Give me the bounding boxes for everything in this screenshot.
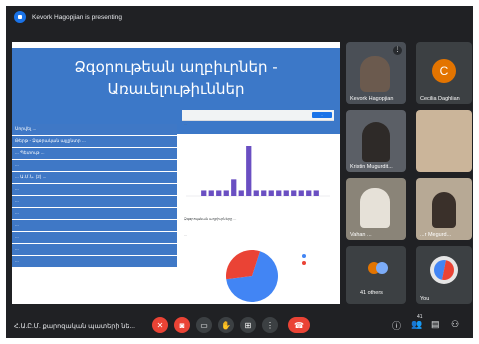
chart-bar xyxy=(231,179,237,196)
tile-participant[interactable] xyxy=(416,110,472,172)
list-item: ... xyxy=(12,220,177,231)
shared-slide: Ձգօրութեան աղբիւրներ - Առաւելութիւններ Ս… xyxy=(12,42,340,304)
screenshot-frame: Kevork Hagopjian is presenting Ձգօրութեա… xyxy=(0,0,479,344)
list-item: ... Ա.Մ.Ն. (2) ... xyxy=(12,172,177,183)
list-item: ... xyxy=(12,244,177,255)
tile-name: Vahan ... xyxy=(350,232,372,238)
slide-title-line2: Առաւելութիւններ xyxy=(107,80,245,98)
present-icon[interactable]: ⊞ xyxy=(240,317,256,333)
tile-kristin[interactable]: Kristin Mugurdit... xyxy=(346,110,406,172)
list-item: ... xyxy=(12,208,177,219)
avatar: C xyxy=(432,58,456,83)
chat-icon[interactable]: ▤ xyxy=(431,319,440,330)
list-item: ... xyxy=(12,256,177,267)
chart-subcaption: ... xyxy=(184,233,187,237)
tile-name: ...r Megurd... xyxy=(420,232,452,238)
mic-off-icon[interactable]: ✕ xyxy=(152,317,168,333)
chart-bar xyxy=(253,190,259,196)
tile-vahan[interactable]: Vahan ... xyxy=(346,178,406,240)
camera-off-icon[interactable]: ◙ xyxy=(174,317,190,333)
embedded-chart: ... ... Ձգօրութեան աղբիւրները ... ... xyxy=(182,110,334,240)
more-options-icon[interactable]: ⋮ xyxy=(262,317,278,333)
list-item: Թերթ - Ձգօրական այլընտր ... xyxy=(12,136,177,147)
chart-bar xyxy=(261,190,267,196)
tile-name: You xyxy=(420,296,430,302)
bar-chart xyxy=(186,146,330,197)
presenting-bar: Kevork Hagopjian is presenting xyxy=(6,6,473,28)
tile-name: Kristin Mugurdit... xyxy=(350,164,393,170)
chart-bar xyxy=(306,190,312,196)
presenting-icon xyxy=(14,11,26,23)
meeting-name: Հ.Ա.Ը.Մ. քարոզական պատերի նե... xyxy=(14,323,135,330)
captions-icon[interactable]: ▭ xyxy=(196,317,212,333)
chart-bar xyxy=(276,190,282,196)
list-item: ... xyxy=(12,160,177,171)
tile-self[interactable]: You xyxy=(416,246,472,304)
list-item: ... xyxy=(12,196,177,207)
chart-question: Ձգօրութեան աղբիւրները ... xyxy=(184,217,237,221)
list-item: ... Պետութ ... xyxy=(12,148,177,159)
slide-list: Սորվել ... Թերթ - Ձգօրական այլընտր ... .… xyxy=(12,124,177,268)
pie-chart xyxy=(226,250,278,302)
tile-name: Kevork Hagopjian xyxy=(350,96,394,102)
list-item: ... xyxy=(12,184,177,195)
list-item: ... xyxy=(12,232,177,243)
tile-name: 41 others xyxy=(360,290,383,296)
person-silhouette xyxy=(360,188,390,228)
chart-bar xyxy=(201,190,207,196)
avatar xyxy=(430,256,458,284)
participants-count: 41 xyxy=(417,314,423,320)
info-icon[interactable]: ⓘ xyxy=(392,319,401,332)
bottom-bar: Հ.Ա.Ը.Մ. քարոզական պատերի նե... ✕ ◙ ▭ ✋ … xyxy=(6,314,473,338)
person-silhouette xyxy=(360,56,390,92)
meet-window: Kevork Hagopjian is presenting Ձգօրութեա… xyxy=(6,6,473,338)
chart-bar xyxy=(298,190,304,196)
presenting-text: Kevork Hagopjian is presenting xyxy=(32,13,122,21)
chart-bar xyxy=(246,146,252,196)
person-silhouette xyxy=(432,192,456,228)
more-options-icon[interactable]: ⋮ xyxy=(393,46,402,55)
tile-others[interactable]: 41 others xyxy=(346,246,406,304)
tile-kevork[interactable]: ⋮ Kevork Hagopjian xyxy=(346,42,406,104)
end-call-icon[interactable]: ☎ xyxy=(288,317,310,333)
chart-bar xyxy=(283,190,289,196)
legend-dot-red xyxy=(302,261,306,265)
chart-bar xyxy=(223,190,229,196)
tile-name: Cecilia Daghlian xyxy=(420,96,460,102)
chart-bar xyxy=(313,190,319,196)
chart-bar xyxy=(291,190,297,196)
chart-bar xyxy=(216,190,222,196)
avatar xyxy=(376,262,388,274)
legend-dot-blue xyxy=(302,254,306,258)
activities-icon[interactable]: ⚇ xyxy=(451,319,459,330)
tile-participant-2[interactable]: ...r Megurd... xyxy=(416,178,472,240)
chart-bar xyxy=(238,190,244,196)
tile-cecilia[interactable]: C Cecilia Daghlian xyxy=(416,42,472,104)
chart-bar xyxy=(208,190,214,196)
list-item: Սորվել ... xyxy=(12,124,177,135)
chart-bar xyxy=(268,190,274,196)
person-silhouette xyxy=(362,122,390,162)
slide-title-line1: Ձգօրութեան աղբիւրներ - xyxy=(74,58,278,76)
chart-button[interactable]: ... xyxy=(312,112,332,118)
raise-hand-icon[interactable]: ✋ xyxy=(218,317,234,333)
people-icon[interactable]: 👥 xyxy=(411,319,422,330)
chart-toolbar: ... xyxy=(182,110,334,121)
pie-legend xyxy=(302,254,306,268)
